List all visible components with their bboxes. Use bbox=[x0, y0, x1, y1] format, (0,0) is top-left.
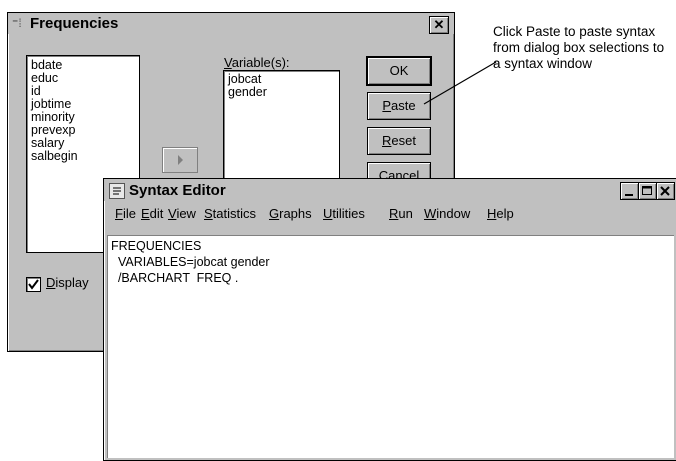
frequencies-title: Frequencies bbox=[30, 15, 119, 32]
source-variable-item[interactable]: educ bbox=[31, 72, 139, 85]
syntax-editor-menubar: File Edit View Statistics Graphs Utiliti… bbox=[104, 202, 676, 224]
frequencies-titlebar[interactable]: ⁼⁞ Frequencies ✕ bbox=[8, 13, 454, 34]
reset-button-label: eset bbox=[391, 133, 416, 148]
menu-view[interactable]: View bbox=[168, 206, 196, 221]
syntax-code-line: FREQUENCIES bbox=[111, 239, 202, 253]
frequencies-app-icon: ⁼⁞ bbox=[12, 16, 22, 30]
menu-utilities[interactable]: Utilities bbox=[323, 206, 365, 221]
close-icon: ✕ bbox=[433, 17, 445, 32]
menu-window[interactable]: Window bbox=[424, 206, 470, 221]
syntax-editor-titlebar[interactable]: Syntax Editor bbox=[104, 179, 676, 201]
minimize-icon bbox=[625, 194, 633, 196]
arrow-right-icon bbox=[178, 155, 183, 165]
ok-button-label: OK bbox=[389, 63, 409, 78]
syntax-editor-title: Syntax Editor bbox=[129, 182, 226, 199]
syntax-editor-window: Syntax Editor File Edit View Statistics … bbox=[103, 178, 676, 461]
minimize-button[interactable] bbox=[620, 182, 639, 200]
annotation-callout-line bbox=[423, 61, 497, 105]
menu-statistics[interactable]: Statistics bbox=[204, 206, 256, 221]
close-icon bbox=[660, 186, 670, 196]
menu-graphs[interactable]: Graphs bbox=[269, 206, 312, 221]
syntax-code-line: /BARCHART FREQ . bbox=[111, 271, 239, 285]
maximize-icon bbox=[642, 186, 652, 195]
variables-label: Variable(s): bbox=[224, 55, 290, 70]
close-button[interactable]: ✕ bbox=[429, 16, 449, 34]
move-variable-button[interactable] bbox=[162, 147, 198, 173]
syntax-editor-app-icon bbox=[109, 183, 125, 199]
annotation-text: Click Paste to paste syntax from dialog … bbox=[493, 24, 665, 71]
display-checkbox[interactable] bbox=[26, 277, 41, 292]
syntax-code-line: VARIABLES=jobcat gender bbox=[111, 255, 270, 269]
checkmark-icon bbox=[28, 279, 39, 290]
menu-run[interactable]: Run bbox=[389, 206, 413, 221]
display-checkbox-label: Display bbox=[46, 275, 89, 290]
menu-edit[interactable]: Edit bbox=[141, 206, 163, 221]
menu-file[interactable]: File bbox=[115, 206, 136, 221]
syntax-text-area[interactable]: FREQUENCIES VARIABLES=jobcat gender /BAR… bbox=[107, 235, 674, 458]
selected-variable-item[interactable]: gender bbox=[228, 86, 339, 99]
maximize-button[interactable] bbox=[638, 182, 657, 200]
syntax-close-button[interactable] bbox=[656, 182, 675, 200]
menu-help[interactable]: Help bbox=[487, 206, 514, 221]
reset-button[interactable]: Reset bbox=[367, 127, 431, 155]
source-variable-item[interactable]: salbegin bbox=[31, 150, 139, 163]
